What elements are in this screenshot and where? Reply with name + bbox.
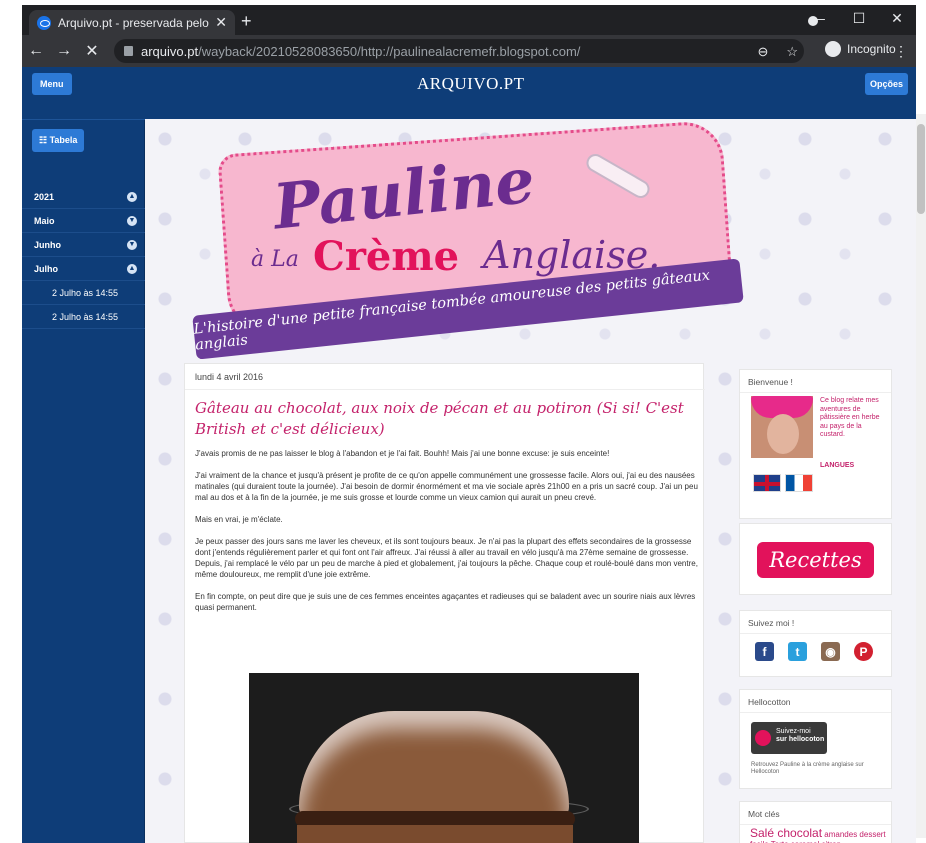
url-path: /wayback/20210528083650/http://paulineal… (198, 43, 581, 59)
tag-cloud[interactable]: Salé chocolat amandes dessert facile Tar… (750, 826, 890, 843)
browser-window: Arquivo.pt - preservada pelo Arq ✕ + – ☐… (22, 5, 916, 843)
cake-bottom-layer (297, 825, 573, 843)
tabela-button[interactable]: ☷ Tabela (32, 129, 85, 152)
chevron-up-icon[interactable]: ▲ (127, 263, 137, 274)
avatar-face (767, 414, 799, 454)
tree-year-2021[interactable]: 2021 ▲ (22, 185, 145, 209)
widget-title: Mot clés (740, 802, 891, 825)
instagram-icon[interactable]: ◉ (821, 642, 840, 661)
tree-version-link[interactable]: 2 Julho às 14:55 (22, 305, 145, 329)
forward-icon[interactable]: → (50, 42, 78, 60)
banner-title-creme: Crème (313, 233, 460, 280)
stop-icon[interactable]: ✕ (78, 41, 106, 61)
scrollbar-thumb[interactable] (917, 124, 925, 214)
browser-menu-icon[interactable]: ⋮ (894, 43, 908, 60)
post-paragraph: J'avais promis de ne pas laisser le blog… (195, 449, 610, 458)
chevron-up-icon[interactable]: ▲ (127, 191, 137, 202)
author-avatar (751, 396, 813, 458)
langues-label: LANGUES (820, 462, 855, 469)
widget-mots-cles: Mot clés Salé chocolat amandes dessert f… (739, 801, 892, 843)
tree-month-junho[interactable]: Junho ▼ (22, 233, 145, 257)
facebook-icon[interactable]: f (755, 642, 774, 661)
incognito-icon (825, 41, 841, 57)
archived-page: Pauline à La Crème Anglaise. L'histoire … (145, 119, 916, 843)
menu-button[interactable]: Menu (32, 73, 72, 95)
lock-icon[interactable] (124, 46, 133, 56)
widget-hellocotton: Hellocotton Suivez-moi sur hellocoton Re… (739, 689, 892, 789)
widget-suivez: Suivez moi ! f t ◉ P (739, 610, 892, 677)
post-paragraph: Je peux passer des jours sans me laver l… (195, 537, 698, 579)
tag-cloud-large[interactable]: Salé chocolat (750, 826, 822, 840)
widget-recettes: Recettes (739, 523, 892, 595)
social-links: f t ◉ P (755, 642, 873, 661)
tree-month-maio[interactable]: Maio ▼ (22, 209, 145, 233)
author-bio: Ce blog relate mes aventures de pâtissiè… (820, 397, 880, 438)
widget-title: Suivez moi ! (740, 611, 891, 634)
url-host: arquivo.pt (141, 43, 199, 59)
banner-title-ala: à La (251, 247, 299, 272)
chevron-down-icon[interactable]: ▼ (127, 239, 137, 250)
back-icon[interactable]: ← (22, 42, 50, 60)
incognito-label: Incognito (847, 42, 896, 56)
hellocoton-logo-icon (755, 730, 771, 746)
hellocoton-line2: sur hellocoton (776, 736, 825, 743)
hellocoton-badge[interactable]: Suivez-moi sur hellocoton (751, 722, 827, 754)
post-paragraph: En fin compte, on peut dire que je suis … (195, 592, 696, 612)
blog-post: lundi 4 avril 2016 Gâteau au chocolat, a… (184, 363, 705, 843)
cake-photo[interactable] (249, 673, 639, 843)
widget-title: Hellocotton (740, 690, 891, 713)
version-tree: 2021 ▲ Maio ▼ Junho ▼ Julho ▲ 2 Julho às 14:… (22, 185, 145, 329)
post-paragraph: Mais en vrai, je m'éclate. (195, 515, 283, 524)
tree-version-link[interactable]: 2 Julho às 14:55 (22, 281, 145, 305)
browser-tab[interactable]: Arquivo.pt - preservada pelo Arq ✕ (29, 10, 235, 35)
post-divider (185, 389, 705, 390)
browser-toolbar: ← → ✕ arquivo.pt/wayback/20210528083650/… (22, 35, 916, 67)
maximize-button[interactable]: ☐ (840, 5, 878, 31)
tree-month-julho[interactable]: Julho ▲ (22, 257, 145, 281)
tree-label: 2021 (34, 191, 55, 202)
arquivo-sidebar: ☷ Tabela 2021 ▲ Maio ▼ Junho ▼ Julho ▲ 2 Jul… (22, 119, 145, 843)
arquivo-favicon-icon (37, 15, 51, 30)
recettes-link[interactable]: Recettes (757, 542, 874, 578)
minimize-button[interactable]: – (802, 5, 840, 31)
tree-label: Junho (34, 239, 61, 250)
france-flag-icon[interactable] (785, 474, 813, 492)
incognito-indicator[interactable]: Incognito (825, 41, 896, 57)
new-tab-button[interactable]: + (241, 11, 252, 32)
widget-title: Bienvenue ! (740, 370, 891, 393)
tab-title: Arquivo.pt - preservada pelo Arq (58, 15, 209, 30)
page-scrollbar[interactable] (916, 114, 926, 838)
twitter-icon[interactable]: t (788, 642, 807, 661)
close-tab-icon[interactable]: ✕ (215, 14, 227, 31)
post-title[interactable]: Gâteau au chocolat, aux noix de pécan et… (195, 398, 695, 440)
tab-strip: Arquivo.pt - preservada pelo Arq ✕ + – ☐… (22, 5, 916, 35)
post-date: lundi 4 avril 2016 (195, 372, 264, 382)
blog-banner[interactable]: Pauline à La Crème Anglaise. L'histoire … (192, 119, 744, 360)
widget-bienvenue: Bienvenue ! Ce blog relate mes aventures… (739, 369, 892, 519)
cake-top-layer (299, 711, 569, 821)
chevron-down-icon[interactable]: ▼ (127, 215, 137, 226)
bookmark-star-icon[interactable]: ☆ (786, 44, 798, 60)
address-bar[interactable]: arquivo.pt/wayback/20210528083650/http:/… (114, 39, 804, 63)
post-body: J'avais promis de ne pas laisser le blog… (195, 448, 700, 624)
hellocoton-line1: Suivez-moi (776, 728, 811, 735)
uk-flag-icon[interactable] (753, 474, 781, 492)
hellocoton-note: Retrouvez Pauline à la crème anglaise su… (751, 762, 864, 775)
arquivo-header: Menu ARQUIVO.PT Opções (22, 67, 916, 119)
tree-label: Maio (34, 215, 55, 226)
options-button[interactable]: Opções (864, 73, 908, 95)
tree-label: Julho (34, 263, 58, 274)
arquivo-logo[interactable]: ARQUIVO.PT (417, 74, 524, 94)
pinterest-icon[interactable]: P (854, 642, 873, 661)
sidebar-divider (22, 119, 145, 120)
post-paragraph: J'ai vraiment de la chance et jusqu'à pr… (195, 471, 698, 502)
zoom-icon[interactable]: ⊖ (757, 44, 768, 60)
close-window-button[interactable]: ✕ (878, 5, 916, 31)
